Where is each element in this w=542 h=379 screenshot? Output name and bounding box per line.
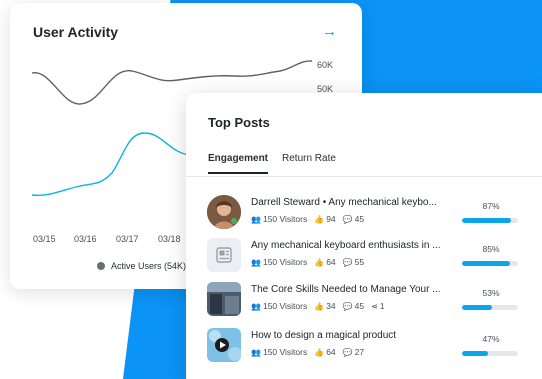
thumbs-up-icon: 👍 (314, 347, 325, 357)
shares-count: 1 (379, 301, 385, 311)
visitors-count: 150 Visitors (262, 301, 308, 311)
comments-count: 45 (354, 214, 365, 224)
comment-icon: 💬 (342, 347, 353, 357)
comments-count: 55 (354, 257, 365, 267)
series-line-active-users (31, 132, 191, 197)
engagement-bar-fill (462, 261, 510, 266)
article-icon (207, 238, 241, 272)
post-title: The Core Skills Needed to Manage Your ..… (251, 284, 441, 295)
engagement-bar-fill (462, 351, 489, 356)
top-posts-card: Top Posts Engagement Return Rate Darrell… (186, 93, 542, 379)
video-thumbnail (207, 328, 241, 362)
visitors-count: 150 Visitors (262, 257, 308, 267)
users-icon: 👥 (251, 214, 261, 224)
post-title: Any mechanical keyboard enthusiasts in .… (251, 240, 441, 251)
post-meta: 👥 150 Visitors 👍 34 💬 45 ⋖ 1 (251, 301, 385, 311)
post-item[interactable]: The Core Skills Needed to Manage Your ..… (207, 282, 523, 318)
tab-engagement[interactable]: Engagement (208, 153, 269, 174)
post-meta: 👥 150 Visitors 👍 64 💬 55 (251, 257, 364, 267)
post-item[interactable]: How to design a magical product 👥 150 Vis… (207, 328, 523, 364)
comments-count: 45 (354, 301, 365, 311)
post-photo (207, 282, 241, 316)
engagement-bar (462, 218, 518, 223)
legend-label: Active Users (54K) (111, 261, 187, 271)
post-meta: 👥 150 Visitors 👍 64 💬 27 (251, 347, 364, 357)
post-item[interactable]: Any mechanical keyboard enthusiasts in .… (207, 238, 523, 274)
share-icon: ⋖ (371, 301, 378, 311)
users-icon: 👥 (251, 257, 261, 267)
avatar (207, 195, 241, 229)
comment-icon: 💬 (342, 301, 353, 311)
legend-dot-icon (97, 262, 105, 270)
post-item[interactable]: Darrell Steward • Any mechanical keybo..… (207, 195, 523, 231)
posts-tabs: Engagement Return Rate (208, 153, 336, 174)
engagement-percent: 87% (482, 201, 500, 211)
comment-icon: 💬 (342, 214, 353, 224)
comment-icon: 💬 (342, 257, 353, 267)
activity-title: User Activity (33, 24, 119, 40)
tabs-divider (186, 176, 542, 177)
xtick-label: 03/17 (116, 234, 139, 244)
xtick-label: 03/15 (33, 234, 56, 244)
likes-count: 34 (326, 301, 336, 311)
arrow-right-icon[interactable]: → (322, 23, 337, 40)
post-meta: 👥 150 Visitors 👍 94 💬 45 (251, 214, 364, 224)
comments-count: 27 (354, 347, 365, 357)
xtick-label: 03/18 (158, 234, 181, 244)
visitors-count: 150 Visitors (262, 214, 308, 224)
post-title: Darrell Steward • Any mechanical keybo..… (251, 197, 437, 208)
engagement-percent: 85% (482, 244, 500, 254)
thumbs-up-icon: 👍 (314, 257, 325, 267)
engagement-bar-fill (462, 218, 511, 223)
engagement-percent: 53% (482, 288, 500, 298)
users-icon: 👥 (251, 347, 261, 357)
engagement-percent: 47% (482, 334, 500, 344)
likes-count: 64 (326, 347, 336, 357)
thumbs-up-icon: 👍 (314, 301, 325, 311)
engagement-bar (462, 351, 518, 356)
xtick-label: 03/16 (74, 234, 97, 244)
thumbs-up-icon: 👍 (314, 214, 325, 224)
engagement-bar-fill (462, 305, 492, 310)
ytick-label: 60K (317, 60, 333, 70)
likes-count: 64 (326, 257, 336, 267)
likes-count: 94 (326, 214, 336, 224)
users-icon: 👥 (251, 301, 261, 311)
tab-return-rate[interactable]: Return Rate (282, 153, 336, 174)
post-title: How to design a magical product (251, 330, 397, 341)
visitors-count: 150 Visitors (262, 347, 308, 357)
engagement-bar (462, 261, 518, 266)
posts-title: Top Posts (208, 115, 270, 130)
chart-legend: Active Users (54K) (97, 261, 186, 271)
engagement-bar (462, 305, 518, 310)
